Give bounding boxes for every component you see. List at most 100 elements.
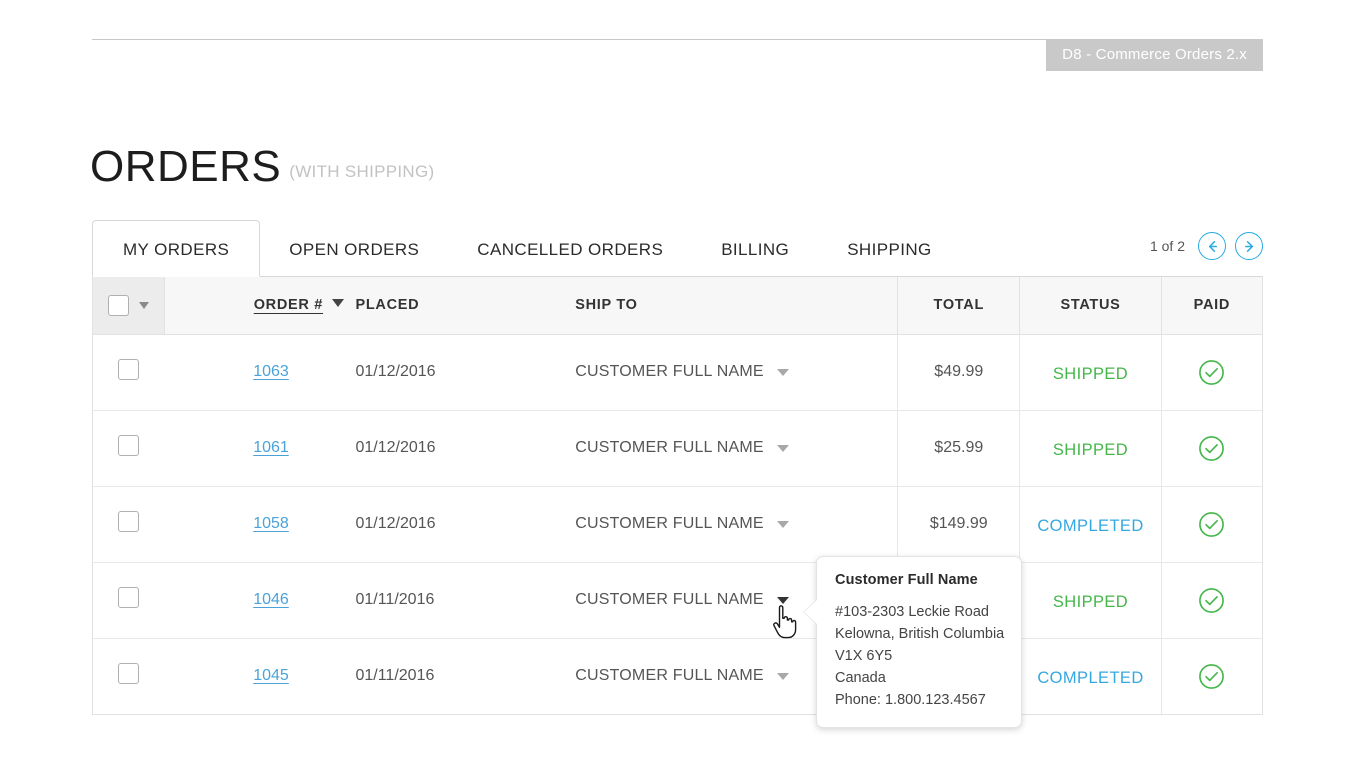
row-checkbox[interactable] [118,359,140,380]
row-select-cell [93,410,165,487]
placed-date-cell: 01/12/2016 [355,486,576,563]
paid-cell [1160,638,1262,714]
ship-to-name: CUSTOMER FULL NAME [575,363,764,380]
ship-to-name: CUSTOMER FULL NAME [575,439,764,456]
status-cell: SHIPPED [1019,410,1162,487]
order-number-cell: 1045 [164,638,355,714]
paid-check-icon [1198,435,1225,461]
paid-cell [1160,486,1262,563]
select-all-dropdown-icon[interactable] [138,301,149,309]
ship-to-name: CUSTOMER FULL NAME [575,591,764,608]
ship-to-name: CUSTOMER FULL NAME [575,515,764,532]
table-row[interactable]: 1063 01/12/2016 CUSTOMER FULL NAME $49.99 SH… [93,334,1262,411]
status-badge: SHIPPED [1052,592,1129,611]
demo-ribbon: D8 - Commerce Orders 2.x [1046,39,1263,71]
order-number-link[interactable]: 1046 [253,591,289,608]
placed-date-cell: 01/11/2016 [355,562,576,639]
pagination-label: 1 of 2 [1149,238,1185,254]
orders-table-container: ORDER # PLACED SHIP TO TOTAL STATUS PAID… [92,276,1263,715]
status-cell: SHIPPED [1019,334,1162,411]
total-cell: $25.99 [897,410,1020,487]
column-header-status[interactable]: STATUS [1019,277,1162,335]
tab-cancelled-orders[interactable]: CANCELLED ORDERS [448,220,692,277]
row-select-cell [93,562,165,639]
total-cell: $149.99 [897,486,1020,563]
tab-open-orders[interactable]: OPEN ORDERS [260,220,448,277]
column-header-select-all [93,277,165,335]
placed-date-cell: 01/12/2016 [355,410,576,487]
sort-desc-icon[interactable] [332,299,345,308]
row-select-cell [93,486,165,563]
ship-to-address-tooltip: Customer Full Name #103-2303 Leckie Road… [803,556,1022,728]
page-title-sub: (WITH SHIPPING) [289,162,435,181]
order-number-link[interactable]: 1045 [253,667,289,684]
row-checkbox[interactable] [118,511,140,532]
column-header-total[interactable]: TOTAL [897,277,1020,335]
tab-shipping[interactable]: SHIPPING [818,220,960,277]
placed-date-cell: 01/11/2016 [355,667,435,685]
ship-to-cell: CUSTOMER FULL NAME [575,334,898,411]
pagination: 1 of 2 [1150,232,1263,260]
ship-to-dropdown-icon[interactable] [776,672,789,680]
order-number-cell: 1046 [164,562,356,639]
tab-billing[interactable]: BILLING [692,220,818,277]
ship-to-dropdown-icon[interactable] [776,520,789,528]
row-select-cell [93,334,165,411]
tooltip-address-block: #103-2303 Leckie Road Kelowna, British Co… [835,601,1004,711]
table-row[interactable]: 1045 01/11/2016 CUSTOMER FULL NAME COMPLETE… [93,638,1262,714]
column-header-placed[interactable]: PLACED [355,277,576,335]
paid-cell [1160,410,1262,487]
table-row[interactable]: 1058 01/12/2016 CUSTOMER FULL NAME $149.99 C… [93,486,1262,563]
tab-bar: MY ORDERS OPEN ORDERS CANCELLED ORDERS BILL… [92,220,1263,277]
order-number-cell: 1061 [164,410,356,487]
tab-my-orders[interactable]: MY ORDERS [92,220,261,277]
status-badge: SHIPPED [1052,440,1129,459]
column-header-order-label[interactable]: ORDER # [254,297,323,313]
row-checkbox[interactable] [118,587,140,608]
tooltip-address-line: Canada [835,670,886,686]
pagination-prev-button[interactable] [1198,232,1226,260]
paid-cell [1160,562,1262,639]
ship-to-dropdown-icon[interactable] [776,596,789,604]
order-number-link[interactable]: 1058 [253,515,289,532]
tooltip-arrow [804,599,818,625]
tooltip-title: Customer Full Name [835,572,978,588]
table-row[interactable]: 1061 01/12/2016 CUSTOMER FULL NAME $25.99 SH… [93,410,1262,487]
status-badge: COMPLETED [1037,516,1144,535]
total-cell: $49.99 [897,334,1020,411]
arrow-left-circle-icon [1205,239,1220,254]
paid-check-icon [1198,587,1225,613]
order-number-cell: 1063 [164,334,356,411]
select-all-checkbox[interactable] [107,294,129,316]
ship-to-name: CUSTOMER FULL NAME [575,667,764,685]
page-title: ORDERS (WITH SHIPPING) [90,142,434,192]
ship-to-dropdown-icon[interactable] [776,444,789,452]
orders-table-head: ORDER # PLACED SHIP TO TOTAL STATUS PAID [93,277,1262,335]
paid-check-icon [1198,663,1225,689]
orders-table: ORDER # PLACED SHIP TO TOTAL STATUS PAID… [93,277,1262,714]
tooltip-address-line: Phone: 1.800.123.4567 [835,692,986,708]
orders-table-body: 1063 01/12/2016 CUSTOMER FULL NAME $49.99 SH… [93,334,1262,714]
ship-to-dropdown-icon[interactable] [776,368,789,376]
orders-page: D8 - Commerce Orders 2.x ORDERS (WITH SHI… [0,0,1355,776]
paid-check-icon [1198,359,1225,385]
pagination-next-button[interactable] [1235,232,1263,260]
column-header-order[interactable]: ORDER # [164,277,356,335]
status-cell: COMPLETED [1019,638,1162,714]
placed-date-cell: 01/12/2016 [355,334,576,411]
row-checkbox[interactable] [118,435,140,456]
order-number-link[interactable]: 1061 [253,439,289,456]
paid-check-icon [1198,511,1225,537]
column-header-ship-to[interactable]: SHIP TO [575,277,898,335]
table-header-row: ORDER # PLACED SHIP TO TOTAL STATUS PAID [93,277,1262,335]
status-cell: COMPLETED [1019,486,1162,563]
status-badge: SHIPPED [1052,364,1129,383]
order-number-link[interactable]: 1063 [253,363,289,380]
paid-cell [1160,334,1262,411]
tooltip-address-line: V1X 6Y5 [835,648,893,664]
row-checkbox[interactable] [118,663,140,685]
column-header-paid[interactable]: PAID [1160,277,1262,335]
order-number-cell: 1058 [164,486,356,563]
table-row[interactable]: 1046 01/11/2016 CUSTOMER FULL NAME SHIPPED [93,562,1262,639]
row-select-cell [93,638,164,714]
